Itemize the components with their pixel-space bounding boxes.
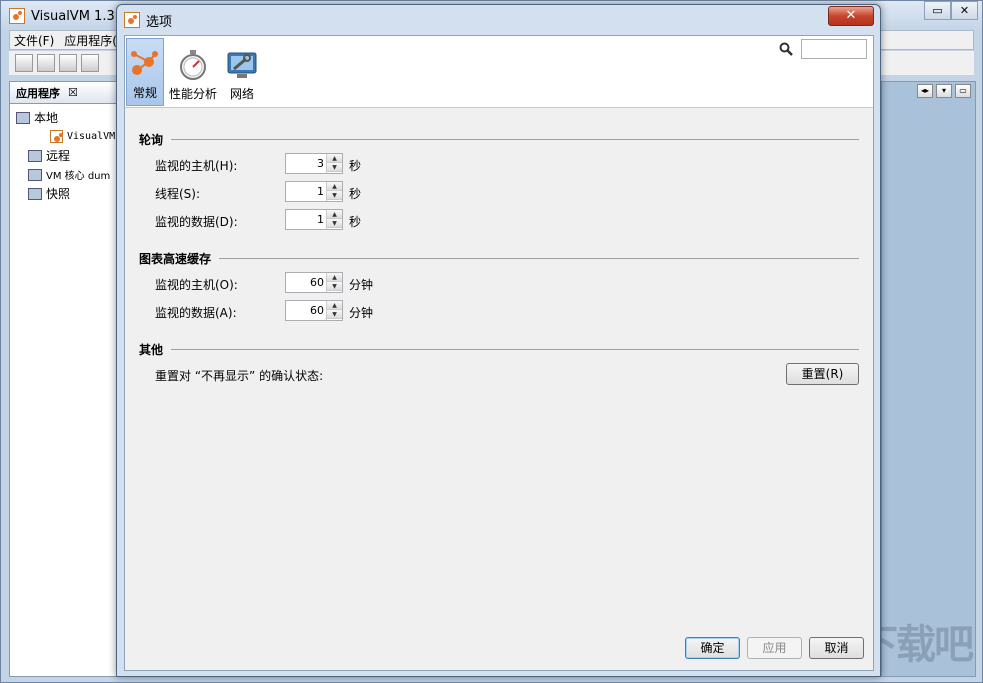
applications-tree: 本地 VisualVM 远程 VM 核心 dum 快照 xyxy=(10,104,118,203)
ok-button[interactable]: 确定 xyxy=(685,637,740,659)
tree-item-label: VisualVM xyxy=(67,131,116,142)
section-title: 轮询 xyxy=(139,133,164,147)
tree-item-snapshots[interactable]: 快照 xyxy=(16,184,118,203)
close-window-icon[interactable]: ✕ xyxy=(951,1,978,20)
category-label: 常规 xyxy=(132,86,157,100)
stopwatch-icon xyxy=(180,50,206,80)
tree-item-core-dumps[interactable]: VM 核心 dum xyxy=(16,165,118,184)
save-icon[interactable] xyxy=(37,54,55,72)
open-icon[interactable] xyxy=(15,54,33,72)
decrement-icon[interactable]: ▼ xyxy=(327,163,342,172)
category-label: 网络 xyxy=(229,87,254,101)
reset-confirmations-label: 重置对 “不再显示” 的确认状态: xyxy=(155,369,324,383)
applications-tab-label: 应用程序 xyxy=(16,86,60,100)
tab-list-icon[interactable]: ▾ xyxy=(936,84,952,98)
tree-item-visualvm[interactable]: VisualVM xyxy=(16,127,118,146)
increment-icon[interactable]: ▲ xyxy=(327,182,342,191)
increment-icon[interactable]: ▲ xyxy=(327,210,342,219)
dialog-title-bar: 选项 xyxy=(124,9,172,31)
cache-hosts-label: 监视的主机(O): xyxy=(155,278,238,292)
visualvm-icon xyxy=(50,130,63,143)
close-button[interactable]: ✕ xyxy=(828,6,874,26)
unit-label: 分钟 xyxy=(349,306,374,320)
decrement-icon[interactable]: ▼ xyxy=(327,219,342,228)
cancel-button[interactable]: 取消 xyxy=(809,637,864,659)
main-title-bar: VisualVM 1.3.9 xyxy=(9,5,127,27)
applications-tab[interactable]: 应用程序 ☒ xyxy=(10,82,118,104)
polling-data-spinner[interactable]: 1 ▲ ▼ xyxy=(285,209,343,230)
spinner-value[interactable]: 60 xyxy=(294,273,324,292)
section-other: 其他 xyxy=(139,341,859,358)
cache-data-label: 监视的数据(A): xyxy=(155,306,237,320)
unit-label: 秒 xyxy=(349,159,362,173)
reset-button[interactable]: 重置(R) xyxy=(786,363,859,385)
spinner-value[interactable]: 3 xyxy=(294,154,324,173)
main-window-title: VisualVM 1.3.9 xyxy=(31,8,128,24)
section-title: 其他 xyxy=(139,343,164,357)
tree-item-label: VM 核心 dum xyxy=(46,171,111,182)
polling-data-label: 监视的数据(D): xyxy=(155,215,238,229)
close-tab-icon[interactable]: ☒ xyxy=(68,86,78,99)
spinner-value[interactable]: 1 xyxy=(294,210,324,229)
content-panel: ◂▸ ▾ ▭ xyxy=(881,81,976,677)
tab-controls: ◂▸ ▾ ▭ xyxy=(917,84,971,98)
dialog-title: 选项 xyxy=(146,14,173,30)
unit-label: 秒 xyxy=(349,187,362,201)
polling-threads-label: 线程(S): xyxy=(155,187,201,201)
unit-label: 秒 xyxy=(349,215,362,229)
category-general[interactable]: 常规 xyxy=(126,38,164,106)
tree-item-remote[interactable]: 远程 xyxy=(16,146,118,165)
options-dialog: 选项 ✕ 常规 性能分析 网络 轮询 监视的主机(H): 3 ▲ ▼ 秒 线程(… xyxy=(116,4,881,677)
restore-icon[interactable]: ▭ xyxy=(924,1,951,20)
search-icon xyxy=(779,42,793,56)
polling-hosts-label: 监视的主机(H): xyxy=(155,159,238,173)
computer-icon xyxy=(16,111,30,124)
snapshot-icon xyxy=(28,187,42,200)
core-dump-icon xyxy=(28,168,42,181)
menu-file[interactable]: 文件(F) xyxy=(14,32,54,49)
increment-icon[interactable]: ▲ xyxy=(327,154,342,163)
apply-button[interactable]: 应用 xyxy=(747,637,802,659)
add-dump-icon[interactable] xyxy=(81,54,99,72)
category-bar: 常规 性能分析 网络 xyxy=(125,36,873,108)
general-icon xyxy=(131,51,158,75)
category-label: 性能分析 xyxy=(168,87,217,101)
cache-data-spinner[interactable]: 60 ▲ ▼ xyxy=(285,300,343,321)
category-profiler[interactable]: 性能分析 xyxy=(167,38,219,106)
search-input[interactable] xyxy=(801,39,867,59)
tree-item-label: 远程 xyxy=(46,149,71,163)
dialog-client: 常规 性能分析 网络 轮询 监视的主机(H): 3 ▲ ▼ 秒 线程(S): 1… xyxy=(124,35,874,671)
section-chart-cache: 图表高速缓存 xyxy=(139,250,859,267)
applications-panel: 应用程序 ☒ 本地 VisualVM 远程 VM 核心 dum 快照 xyxy=(9,81,119,677)
unit-label: 分钟 xyxy=(349,278,374,292)
polling-hosts-spinner[interactable]: 3 ▲ ▼ xyxy=(285,153,343,174)
section-polling: 轮询 xyxy=(139,131,859,148)
decrement-icon[interactable]: ▼ xyxy=(327,282,342,291)
tree-item-label: 快照 xyxy=(46,187,71,201)
section-title: 图表高速缓存 xyxy=(139,252,212,266)
polling-threads-spinner[interactable]: 1 ▲ ▼ xyxy=(285,181,343,202)
tree-item-label: 本地 xyxy=(34,111,59,125)
increment-icon[interactable]: ▲ xyxy=(327,301,342,310)
window-controls: ▭ ✕ xyxy=(924,1,978,20)
visualvm-icon xyxy=(124,12,140,28)
decrement-icon[interactable]: ▼ xyxy=(327,191,342,200)
network-icon xyxy=(227,52,257,78)
increment-icon[interactable]: ▲ xyxy=(327,273,342,282)
spinner-value[interactable]: 60 xyxy=(294,301,324,320)
remote-host-icon xyxy=(28,149,42,162)
category-network[interactable]: 网络 xyxy=(223,38,261,106)
tree-item-local[interactable]: 本地 xyxy=(16,108,118,127)
decrement-icon[interactable]: ▼ xyxy=(327,310,342,319)
scroll-tabs-icon[interactable]: ◂▸ xyxy=(917,84,933,98)
spinner-value[interactable]: 1 xyxy=(294,182,324,201)
add-jmx-icon[interactable] xyxy=(59,54,77,72)
visualvm-icon xyxy=(9,8,25,24)
maximize-icon[interactable]: ▭ xyxy=(955,84,971,98)
cache-hosts-spinner[interactable]: 60 ▲ ▼ xyxy=(285,272,343,293)
